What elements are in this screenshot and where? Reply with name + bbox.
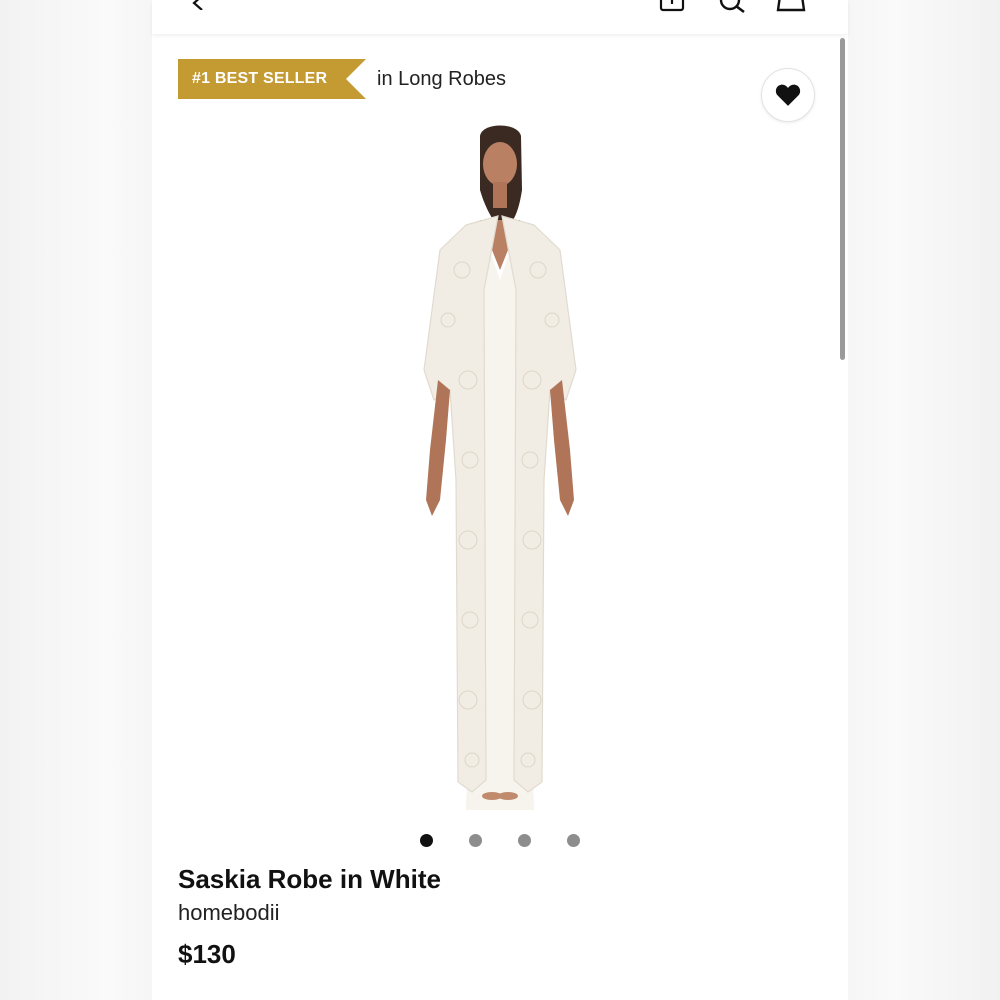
product-page: #1 BEST SELLER in Long Robes Saskia Robe… [152, 0, 848, 1000]
top-nav-bar [152, 0, 848, 34]
cart-icon[interactable] [775, 0, 807, 14]
search-icon[interactable] [718, 0, 750, 14]
heart-icon [775, 84, 801, 106]
background-left [0, 0, 152, 1000]
bestseller-row: #1 BEST SELLER in Long Robes [178, 59, 506, 99]
product-image[interactable] [400, 120, 600, 820]
pagination-dot[interactable] [567, 834, 580, 847]
product-name: Saskia Robe in White [178, 864, 441, 894]
shopping-bag-icon[interactable] [659, 0, 685, 12]
bestseller-badge: #1 BEST SELLER [178, 59, 366, 99]
bestseller-category-link[interactable]: in Long Robes [377, 68, 506, 91]
background-right [848, 0, 1000, 1000]
image-pagination [420, 834, 580, 847]
chevron-left-icon[interactable] [186, 0, 208, 10]
pagination-dot[interactable] [420, 834, 433, 847]
bestseller-label: #1 BEST SELLER [192, 70, 328, 87]
scrollbar-thumb[interactable] [840, 38, 845, 360]
product-price: $130 [178, 939, 236, 969]
wishlist-button[interactable] [761, 68, 815, 122]
product-brand[interactable]: homebodii [178, 900, 280, 926]
pagination-dot[interactable] [518, 834, 531, 847]
pagination-dot[interactable] [469, 834, 482, 847]
